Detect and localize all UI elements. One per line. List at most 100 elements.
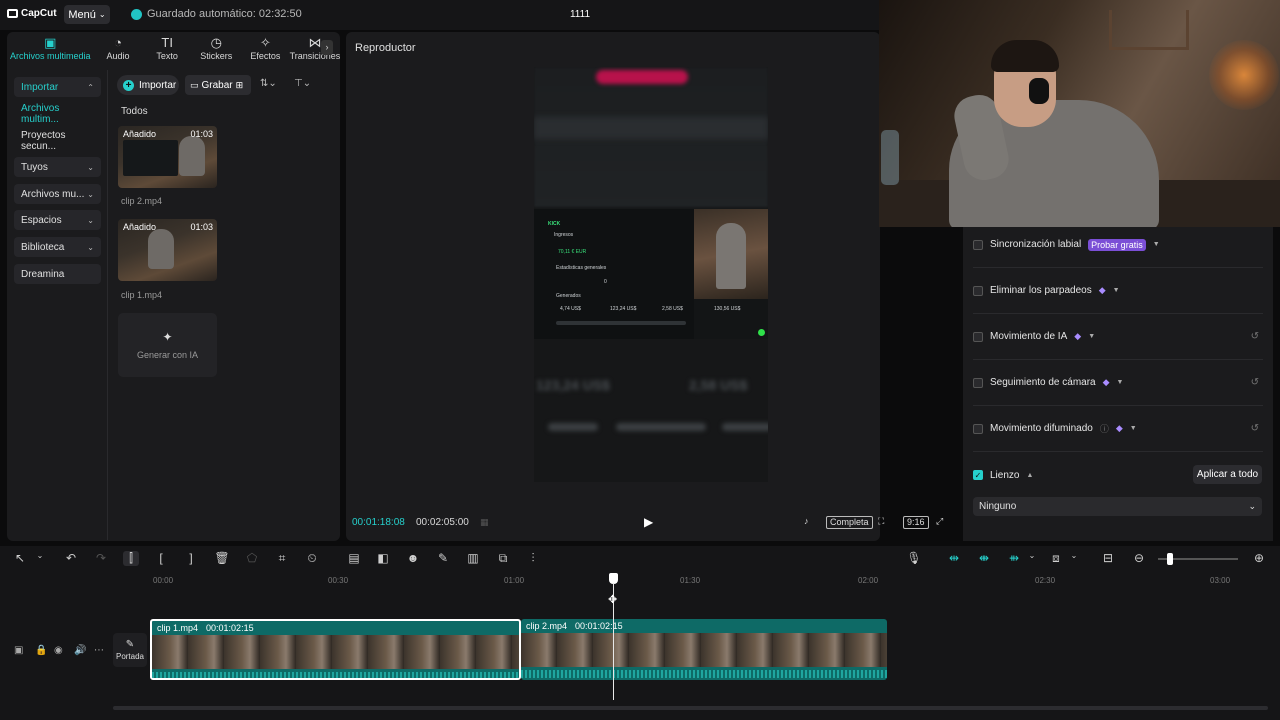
delete-icon[interactable]: 🗑 xyxy=(214,551,230,565)
lip-sync-row[interactable]: Sincronización labial Probar gratis ▼ xyxy=(973,222,1263,268)
microphone-icon[interactable]: 🎙 xyxy=(906,551,922,565)
motion-blur-row[interactable]: Movimiento difuminado ⓘ ◆ ▼ ↺ xyxy=(973,406,1263,452)
tiktok-icon[interactable]: ♪ xyxy=(804,516,809,529)
play-icon[interactable]: ▶ xyxy=(644,515,653,529)
chevron-down-icon[interactable]: ⌄ xyxy=(32,551,48,560)
person-effects-icon[interactable]: ☻ xyxy=(405,551,421,565)
filter-icon[interactable]: ⊤⌄ xyxy=(294,78,311,89)
caret-down-icon[interactable]: ▼ xyxy=(1088,333,1095,340)
zoom-slider-knob[interactable] xyxy=(1167,553,1173,565)
caret-up-icon[interactable]: ▲ xyxy=(1026,472,1033,479)
sidebar-item-spaces[interactable]: Espacios ⌄ xyxy=(14,210,101,230)
generate-ai-button[interactable]: ✦ Generar con IA xyxy=(118,313,217,377)
zoom-in-icon[interactable]: ⊕ xyxy=(1251,551,1267,565)
tab-effects[interactable]: ✧ Efectos xyxy=(241,32,290,68)
import-button[interactable]: + Importar xyxy=(117,75,179,95)
zoom-out-icon[interactable]: ⊖ xyxy=(1131,551,1147,565)
person-hair xyxy=(991,40,1059,72)
caret-down-icon[interactable]: ▼ xyxy=(1113,287,1120,294)
ai-motion-checkbox[interactable] xyxy=(973,331,983,342)
media-thumbnail[interactable]: Añadido 01:03 xyxy=(118,126,217,188)
more-icon[interactable]: ⋯ xyxy=(94,645,104,656)
timeline-scrollbar[interactable] xyxy=(113,706,1268,710)
tab-audio[interactable]: ◔ Audio xyxy=(93,32,142,68)
tab-media[interactable]: ▣ Archivos multimedia xyxy=(7,32,93,68)
eye-icon[interactable]: ◉ xyxy=(54,645,63,656)
menu-button[interactable]: Menú ⌄ xyxy=(64,5,110,24)
fullscreen-icon[interactable]: ⤢ xyxy=(936,516,943,529)
timeline-grid-icon[interactable]: ▦ xyxy=(480,517,489,528)
sidebar-item-media-archive[interactable]: Archivos mu... ⌄ xyxy=(14,184,101,204)
reset-icon[interactable]: ↺ xyxy=(1251,377,1259,388)
crop-icon[interactable]: ⛶ xyxy=(878,516,884,529)
video-preview[interactable]: KICK Ingresos 70,11 € EUR Estadísticas g… xyxy=(534,67,768,482)
sidebar-item-yours[interactable]: Tuyos ⌄ xyxy=(14,157,101,177)
motion-blur-checkbox[interactable] xyxy=(973,423,983,434)
try-free-badge[interactable]: Probar gratis xyxy=(1088,238,1146,251)
media-thumbnail[interactable]: Añadido 01:03 xyxy=(118,219,217,281)
reset-icon[interactable]: ↺ xyxy=(1251,331,1259,342)
split-icon[interactable]: ⫿ xyxy=(123,551,139,566)
sidebar-item-library[interactable]: Biblioteca ⌄ xyxy=(14,237,101,257)
record-button[interactable]: ▭ Grabar ⊞ xyxy=(185,75,251,95)
crop-icon[interactable]: ⌗ xyxy=(274,551,290,566)
hd-icon[interactable]: ▥ xyxy=(465,551,481,565)
timeline-clip[interactable]: clip 2.mp4 00:01:02:15 xyxy=(521,619,887,680)
speed-icon[interactable]: ⏲ xyxy=(304,551,320,566)
mask-icon[interactable]: ⬠ xyxy=(244,551,260,565)
sidebar-item-dreamina[interactable]: Dreamina xyxy=(14,264,101,284)
sidebar-item-import[interactable]: Importar ⌃ xyxy=(14,77,101,97)
chevron-down-icon: ⌄ xyxy=(87,162,94,172)
caret-down-icon[interactable]: ▼ xyxy=(1153,241,1160,248)
apply-all-button[interactable]: Aplicar a todo xyxy=(1193,465,1262,484)
sidebar-item-media-files[interactable]: Archivos multim... xyxy=(14,103,101,125)
split-right-icon[interactable]: ] xyxy=(183,551,199,565)
lip-sync-checkbox[interactable] xyxy=(973,239,983,250)
ai-motion-row[interactable]: Movimiento de IA ◆ ▼ ↺ xyxy=(973,314,1263,360)
quality-button[interactable]: Completa xyxy=(826,516,873,529)
split-left-icon[interactable]: [ xyxy=(153,551,169,565)
audio-wave-icon[interactable]: ⫶ xyxy=(525,551,541,566)
chevron-right-icon[interactable]: › xyxy=(321,40,333,55)
magic-wand-icon[interactable]: ✎ xyxy=(435,551,451,565)
redo-icon[interactable]: ↷ xyxy=(93,551,109,565)
clip-label: clip 1.mp4 00:01:02:15 xyxy=(157,623,254,633)
tab-text[interactable]: TI Texto xyxy=(143,32,192,68)
caret-down-icon[interactable]: ▼ xyxy=(1130,425,1137,432)
export-frame-icon[interactable]: ⧉ xyxy=(495,551,511,566)
link-track-icon[interactable]: ⇹ xyxy=(946,551,962,565)
captions-icon[interactable]: ▤ xyxy=(346,551,362,565)
select-cursor-icon[interactable]: ↖ xyxy=(12,551,28,565)
chevron-down-icon: ⌄ xyxy=(87,242,94,252)
track-video-icon[interactable]: ▣ xyxy=(14,645,23,656)
link-clips-icon[interactable]: ⇻ xyxy=(1006,551,1022,565)
sort-icon[interactable]: ⇅⌄ xyxy=(260,78,277,89)
magnet-icon[interactable]: ⇼ xyxy=(976,551,992,565)
chevron-down-icon[interactable]: ⌄ xyxy=(1066,551,1082,560)
caret-down-icon[interactable]: ▼ xyxy=(1117,379,1124,386)
tab-stickers[interactable]: ◷ Stickers xyxy=(192,32,241,68)
cover-button[interactable]: ✎ Portada xyxy=(113,633,147,667)
reset-icon[interactable]: ↺ xyxy=(1251,423,1259,434)
info-icon[interactable]: ⓘ xyxy=(1100,422,1109,435)
volume-icon[interactable]: 🔊 xyxy=(74,645,86,656)
lock-icon[interactable]: 🔒 xyxy=(35,645,47,656)
canvas-select[interactable]: Ninguno ⌄ xyxy=(973,497,1262,516)
canvas-checkbox[interactable]: ✓ xyxy=(973,470,983,480)
timeline-clip[interactable]: clip 1.mp4 00:01:02:15 xyxy=(150,619,521,680)
remove-flicker-checkbox[interactable] xyxy=(973,285,983,296)
wall-shelf xyxy=(1109,10,1189,50)
camera-tracking-checkbox[interactable] xyxy=(973,377,983,388)
freeze-icon[interactable]: ◧ xyxy=(375,551,391,565)
ratio-button[interactable]: 9:16 xyxy=(903,516,929,529)
undo-icon[interactable]: ↶ xyxy=(63,551,79,565)
chevron-down-icon[interactable]: ⌄ xyxy=(1024,551,1040,560)
project-title[interactable]: 1111 xyxy=(560,9,600,20)
camera-tracking-row[interactable]: Seguimiento de cámara ◆ ▼ ↺ xyxy=(973,360,1263,406)
sidebar-item-subprojects[interactable]: Proyectos secun... xyxy=(14,130,101,152)
preview-axis-icon[interactable]: ⊟ xyxy=(1100,551,1116,565)
person-shape xyxy=(716,223,746,289)
total-time: 00:02:05:00 xyxy=(416,517,469,528)
split-screen-icon[interactable]: ⧈ xyxy=(1048,551,1064,566)
remove-flicker-row[interactable]: Eliminar los parpadeos ◆ ▼ xyxy=(973,268,1263,314)
